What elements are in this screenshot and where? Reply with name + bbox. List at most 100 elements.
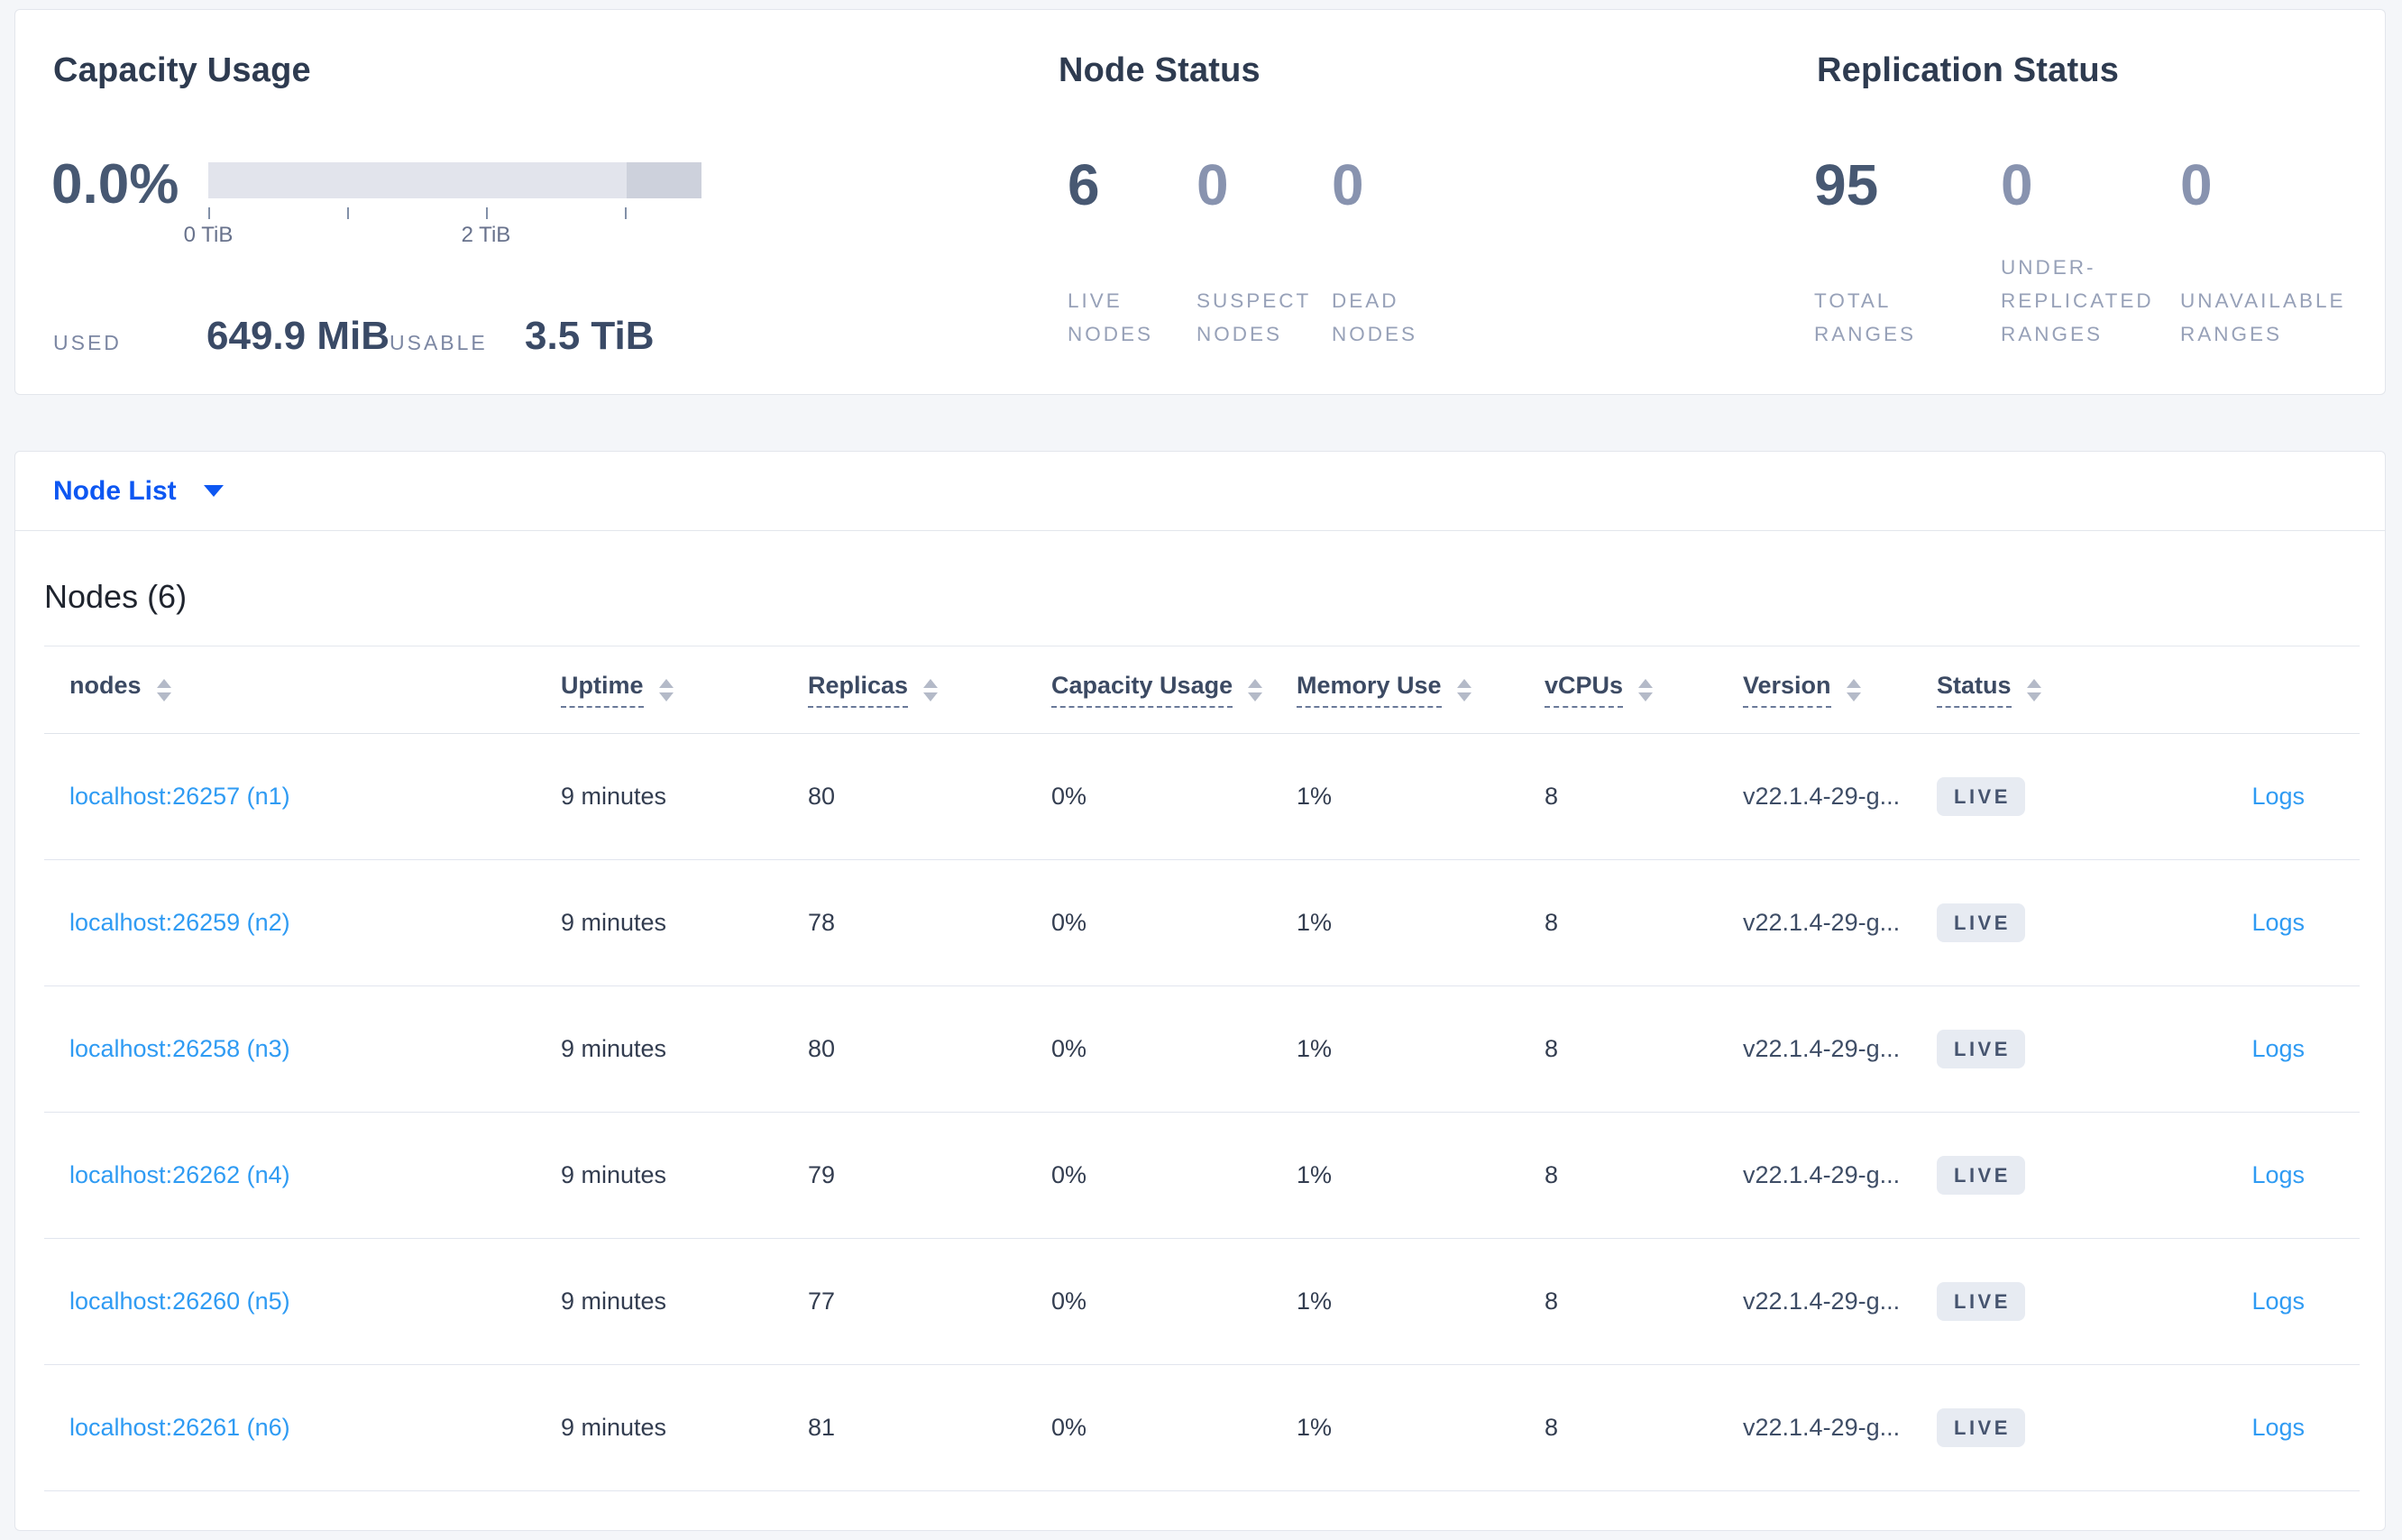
sort-down-icon (658, 692, 674, 701)
vcpus-cell: 8 (1545, 1288, 1559, 1315)
version-cell: v22.1.4-29-g... (1743, 1161, 1901, 1188)
stat-block: 0 DEAD NODES (1332, 147, 1476, 351)
node-link[interactable]: localhost:26260 (n5) (69, 1288, 290, 1315)
axis-tick (347, 207, 350, 219)
version-cell: v22.1.4-29-g... (1743, 1035, 1901, 1062)
stat-label-line: RANGES (1814, 323, 1917, 345)
logs-cell: Logs (2251, 1161, 2360, 1189)
sort-up-icon (658, 678, 674, 688)
capacity-cell: 0% (1051, 1161, 1087, 1188)
logs-link[interactable]: Logs (2251, 1035, 2305, 1062)
axis-tick-label: 2 TiB (461, 223, 511, 247)
capacity-usage-title: Capacity Usage (53, 51, 311, 89)
stat-label-line: TOTAL (1814, 289, 1892, 312)
node-cell: localhost:26259 (n2) (44, 909, 561, 937)
sort-up-icon (1456, 678, 1471, 688)
sort-down-icon (1456, 692, 1471, 701)
sort-arrows-icon (923, 678, 939, 701)
stat-value: 0 (1196, 152, 1229, 217)
stat-label-line: NODES (1196, 323, 1283, 345)
table-header-row: nodes Uptime Replicas Capacity Usage Memory … (44, 646, 2360, 734)
status-cell: LIVE (1937, 1408, 2122, 1447)
stat-block: 95 TOTAL RANGES (1814, 147, 2001, 351)
sort-arrows-icon (1846, 678, 1861, 701)
uptime-cell: 9 minutes (561, 1414, 667, 1441)
column-header-status[interactable]: Status (1937, 672, 2122, 708)
node-link[interactable]: localhost:26261 (n6) (69, 1414, 290, 1441)
sort-down-icon (1248, 692, 1263, 701)
column-header-vcpus[interactable]: vCPUs (1545, 672, 1743, 708)
vcpus-cell: 8 (1545, 1414, 1559, 1441)
column-header-label: Uptime (561, 672, 644, 708)
stat-block: 6 LIVE NODES (1068, 147, 1196, 351)
status-cell: LIVE (1937, 777, 2122, 816)
version-cell: v22.1.4-29-g... (1743, 783, 1901, 810)
status-cell: LIVE (1937, 1156, 2122, 1195)
column-header-replicas[interactable]: Replicas (808, 672, 1051, 708)
stat-label-line: RANGES (2180, 323, 2283, 345)
uptime-cell: 9 minutes (561, 1161, 667, 1188)
memory-cell: 1% (1297, 1161, 1333, 1188)
column-header-version[interactable]: Version (1743, 672, 1937, 708)
logs-link[interactable]: Logs (2251, 1161, 2305, 1188)
node-cell: localhost:26258 (n3) (44, 1035, 561, 1063)
node-status-title: Node Status (1059, 51, 1261, 89)
stat-label-line: SUSPECT (1196, 289, 1312, 312)
column-header-memory-use[interactable]: Memory Use (1297, 672, 1545, 708)
stat-label-line: REPLICATED (2001, 289, 2154, 312)
replicas-cell: 81 (808, 1414, 836, 1441)
stat-label: TOTAL RANGES (1814, 284, 1916, 351)
table-row: localhost:26262 (n4) 9 minutes 79 0% 1% 8 v22.… (44, 1113, 2360, 1239)
logs-cell: Logs (2251, 909, 2360, 937)
stat-value: 0 (1332, 152, 1364, 217)
capacity-cell: 0% (1051, 783, 1087, 810)
logs-link[interactable]: Logs (2251, 1288, 2305, 1315)
sort-arrows-icon (156, 678, 171, 701)
node-link[interactable]: localhost:26257 (n1) (69, 783, 290, 810)
capacity-bar-ticks (208, 207, 701, 220)
node-link[interactable]: localhost:26258 (n3) (69, 1035, 290, 1062)
vcpus-cell: 8 (1545, 909, 1559, 936)
table-row: localhost:26260 (n5) 9 minutes 77 0% 1% 8 v22.… (44, 1239, 2360, 1365)
logs-cell: Logs (2251, 1288, 2360, 1315)
column-header-label: Status (1937, 672, 2012, 708)
node-list-dropdown[interactable]: Node List (53, 476, 224, 507)
status-badge: LIVE (1937, 1030, 2025, 1068)
node-link[interactable]: localhost:26259 (n2) (69, 909, 290, 936)
status-badge: LIVE (1937, 1156, 2025, 1195)
table-row: localhost:26257 (n1) 9 minutes 80 0% 1% 8 v22.… (44, 734, 2360, 860)
sort-down-icon (156, 692, 171, 701)
stat-label-line: RANGES (2001, 323, 2104, 345)
stat-label: UNAVAILABLE RANGES (2180, 284, 2345, 351)
axis-tick (485, 207, 488, 219)
table-row: localhost:26259 (n2) 9 minutes 78 0% 1% 8 v22.… (44, 860, 2360, 986)
stat-value: 0 (2001, 152, 2033, 217)
uptime-cell: 9 minutes (561, 1288, 667, 1315)
used-label: USED (53, 331, 122, 354)
stat-block: 0 UNDER- REPLICATED RANGES (2001, 147, 2180, 351)
sort-arrows-icon (1638, 678, 1654, 701)
sort-down-icon (1638, 692, 1654, 701)
logs-link[interactable]: Logs (2251, 1414, 2305, 1441)
table-row: localhost:26258 (n3) 9 minutes 80 0% 1% 8 v22.… (44, 986, 2360, 1113)
sort-down-icon (1846, 692, 1861, 701)
node-list-dropdown-label: Node List (53, 475, 177, 506)
sort-arrows-icon (1456, 678, 1471, 701)
version-cell: v22.1.4-29-g... (1743, 1414, 1901, 1441)
stat-block: 0 UNAVAILABLE RANGES (2180, 147, 2379, 351)
replicas-cell: 77 (808, 1288, 836, 1315)
capacity-bar-segment-other (626, 162, 701, 198)
node-link[interactable]: localhost:26262 (n4) (69, 1161, 290, 1188)
stat-label: UNDER- REPLICATED RANGES (2001, 251, 2154, 351)
column-header-capacity-usage[interactable]: Capacity Usage (1051, 672, 1297, 708)
axis-tick (208, 207, 210, 219)
capacity-bar-segment-usable (208, 162, 627, 198)
column-header-uptime[interactable]: Uptime (561, 672, 808, 708)
sort-up-icon (1248, 678, 1263, 688)
sort-arrows-icon (2026, 678, 2041, 701)
logs-link[interactable]: Logs (2251, 783, 2305, 810)
column-header-label: Capacity Usage (1051, 672, 1233, 708)
nodes-panel: Nodes (6) nodes Uptime Replicas Capacity Us… (14, 530, 2386, 1531)
column-header-nodes[interactable]: nodes (44, 672, 561, 708)
logs-link[interactable]: Logs (2251, 909, 2305, 936)
